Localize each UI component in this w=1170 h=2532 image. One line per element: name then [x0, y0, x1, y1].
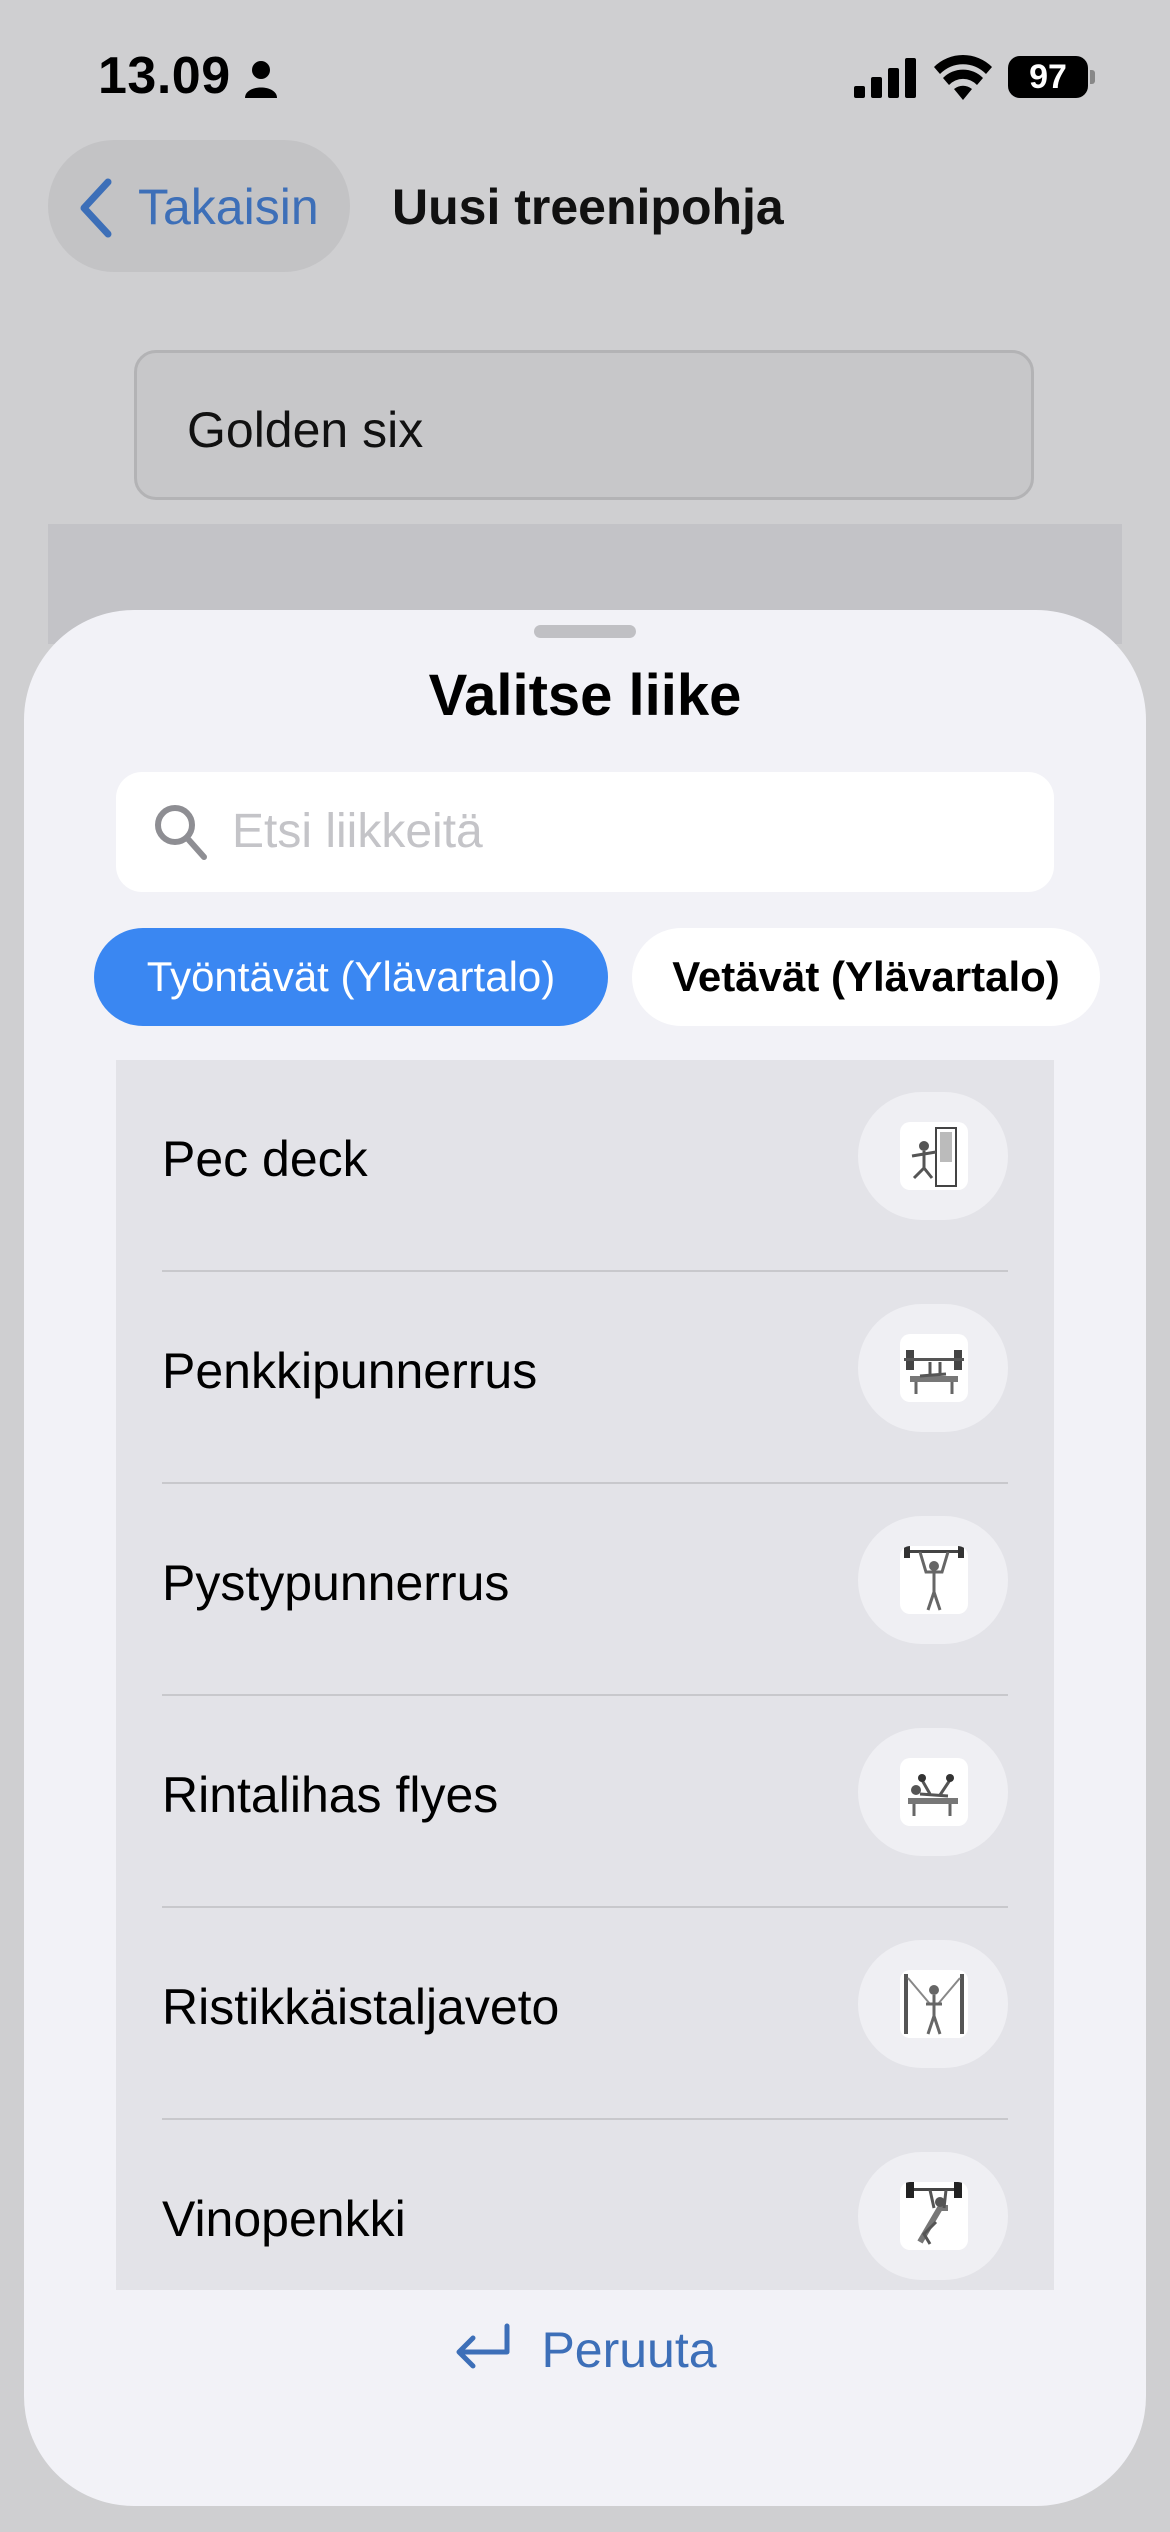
sheet-grabber[interactable]	[534, 625, 636, 638]
chest-flyes-icon	[908, 1774, 958, 1816]
list-item[interactable]: Vinopenkki	[116, 2120, 1054, 2290]
template-name-value[interactable]: Golden six	[187, 401, 423, 459]
chevron-left-icon[interactable]	[76, 178, 116, 238]
person-icon	[245, 61, 277, 98]
wifi-icon	[934, 54, 992, 100]
exercise-name: Ristikkäistaljaveto	[162, 1979, 560, 2035]
return-arrow-icon	[456, 2323, 510, 2369]
bench-press-icon	[904, 1350, 964, 1394]
exercise-name: Rintalihas flyes	[162, 1767, 499, 1823]
exercise-thumbnail	[858, 1092, 1008, 1220]
exercise-name: Vinopenkki	[162, 2191, 406, 2247]
exercise-name: Penkkipunnerrus	[162, 1343, 538, 1399]
cancel-button[interactable]: Peruuta	[24, 2310, 1146, 2400]
cellular-signal-icon	[854, 58, 916, 98]
search-bar[interactable]	[116, 772, 1054, 892]
back-button-label[interactable]: Takaisin	[138, 178, 319, 236]
status-bar: 13.09 97	[0, 0, 1170, 150]
exercise-thumbnail	[858, 1940, 1008, 2068]
list-item[interactable]: Pystypunnerrus	[116, 1484, 1054, 1696]
list-item[interactable]: Rintalihas flyes	[116, 1696, 1054, 1908]
exercise-name: Pec deck	[162, 1131, 368, 1187]
status-time: 13.09	[98, 47, 231, 105]
sheet-title: Valitse liike	[428, 663, 742, 728]
list-item[interactable]: Ristikkäistaljaveto	[116, 1908, 1054, 2120]
exercise-thumbnail	[858, 1304, 1008, 1432]
cable-crossover-icon	[904, 1974, 964, 2035]
cancel-button-label[interactable]: Peruuta	[541, 2322, 716, 2378]
exercise-list: Pec deck Penkkipunnerrus Pystypunnerrus …	[116, 1060, 1054, 2290]
exercise-thumbnail	[858, 1728, 1008, 1856]
exercise-name: Pystypunnerrus	[162, 1555, 510, 1611]
template-name-field[interactable]: Golden six	[134, 350, 1034, 500]
battery-indicator: 97	[1008, 56, 1088, 98]
page-title: Uusi treenipohja	[392, 179, 784, 235]
chip-pulling-upper-body[interactable]: Vetävät (Ylävartalo)	[632, 928, 1100, 1026]
search-icon	[155, 805, 207, 860]
exercise-picker-sheet: Valitse liike Työntävät (Ylävartalo) Vet…	[24, 610, 1146, 2506]
list-item[interactable]: Pec deck	[116, 1060, 1054, 1272]
list-item[interactable]: Penkkipunnerrus	[116, 1272, 1054, 1484]
exercise-thumbnail	[858, 1516, 1008, 1644]
overhead-press-icon	[904, 1546, 964, 1611]
exercise-thumbnail	[858, 2152, 1008, 2280]
search-input[interactable]	[232, 796, 1012, 866]
chip-pushing-upper-body[interactable]: Työntävät (Ylävartalo)	[94, 928, 608, 1026]
pec-deck-machine-icon	[911, 1127, 957, 1187]
battery-cap	[1090, 70, 1095, 84]
incline-bench-icon	[906, 2182, 962, 2245]
